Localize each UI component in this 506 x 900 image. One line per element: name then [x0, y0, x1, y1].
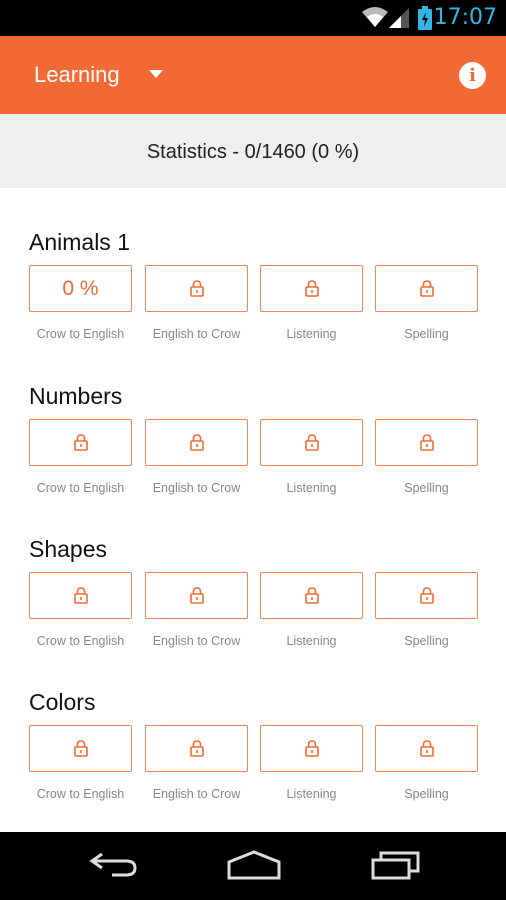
lock-icon [190, 587, 204, 604]
lock-icon [74, 434, 88, 451]
exercise-label: Crow to English [36, 787, 125, 801]
exercise-label: English to Crow [152, 787, 241, 801]
section-title: Colors [29, 689, 96, 715]
section-title: Numbers [29, 383, 123, 409]
lock-icon [190, 740, 204, 757]
lesson-section: Animals 1 0 % Crow to English English to Cr… [0, 229, 506, 379]
lock-icon [420, 434, 434, 451]
locked-exercise-button[interactable] [375, 419, 478, 466]
section-title: Shapes [29, 536, 108, 562]
lock-icon [190, 280, 204, 297]
recents-icon[interactable] [371, 850, 421, 880]
status-bar: 17:07 [0, 0, 506, 36]
signal-icon [389, 8, 409, 28]
exercise-label: Crow to English [36, 634, 125, 648]
exercise-label: Spelling [404, 634, 449, 648]
exercise-label: English to Crow [152, 634, 241, 648]
app-bar: Learning i [0, 36, 506, 114]
locked-exercise-button[interactable] [260, 572, 363, 619]
exercise-label: Listening [286, 787, 337, 801]
lock-icon [305, 587, 319, 604]
back-icon[interactable] [88, 850, 138, 878]
exercise-label: Spelling [404, 327, 449, 341]
battery-charging-icon [418, 6, 432, 30]
progress-value: 0 % [62, 277, 99, 300]
locked-exercise-button[interactable] [260, 419, 363, 466]
locked-exercise-button[interactable] [375, 265, 478, 312]
clock: 17:07 [433, 5, 497, 30]
exercise-label: English to Crow [152, 481, 241, 495]
statistics-text: Statistics - 0/1460 (0 %) [146, 141, 360, 163]
exercise-label: Spelling [404, 787, 449, 801]
section-title: Animals 1 [29, 229, 130, 255]
lesson-section: Shapes Crow to English English to Crow List… [0, 536, 506, 686]
lock-icon [420, 587, 434, 604]
exercise-label: Crow to English [36, 481, 125, 495]
home-icon[interactable] [227, 850, 281, 880]
screen-title[interactable]: Learning [34, 62, 120, 88]
exercise-label: Spelling [404, 481, 449, 495]
info-icon[interactable]: i [459, 62, 486, 89]
lock-icon [420, 280, 434, 297]
locked-exercise-button[interactable] [260, 265, 363, 312]
lock-icon [74, 740, 88, 757]
locked-exercise-button[interactable] [29, 572, 132, 619]
lesson-section: Colors Crow to English English to Crow List… [0, 689, 506, 839]
statistics-bar: Statistics - 0/1460 (0 %) [0, 114, 506, 188]
info-glyph: i [469, 65, 476, 86]
lock-icon [305, 280, 319, 297]
lock-icon [420, 740, 434, 757]
lesson-section: Numbers Crow to English English to Crow Lis… [0, 383, 506, 533]
exercise-label: Listening [286, 481, 337, 495]
lock-icon [190, 434, 204, 451]
exercise-button[interactable]: 0 % [29, 265, 132, 312]
locked-exercise-button[interactable] [375, 572, 478, 619]
exercise-label: Listening [286, 327, 337, 341]
lock-icon [74, 587, 88, 604]
navigation-bar [0, 832, 506, 900]
exercise-label: Crow to English [36, 327, 125, 341]
locked-exercise-button[interactable] [145, 725, 248, 772]
lock-icon [305, 740, 319, 757]
chevron-down-icon[interactable] [149, 70, 163, 78]
locked-exercise-button[interactable] [145, 419, 248, 466]
exercise-label: Listening [286, 634, 337, 648]
locked-exercise-button[interactable] [29, 419, 132, 466]
locked-exercise-button[interactable] [29, 725, 132, 772]
locked-exercise-button[interactable] [375, 725, 478, 772]
exercise-label: English to Crow [152, 327, 241, 341]
locked-exercise-button[interactable] [260, 725, 363, 772]
wifi-icon [362, 7, 388, 27]
locked-exercise-button[interactable] [145, 572, 248, 619]
lock-icon [305, 434, 319, 451]
locked-exercise-button[interactable] [145, 265, 248, 312]
